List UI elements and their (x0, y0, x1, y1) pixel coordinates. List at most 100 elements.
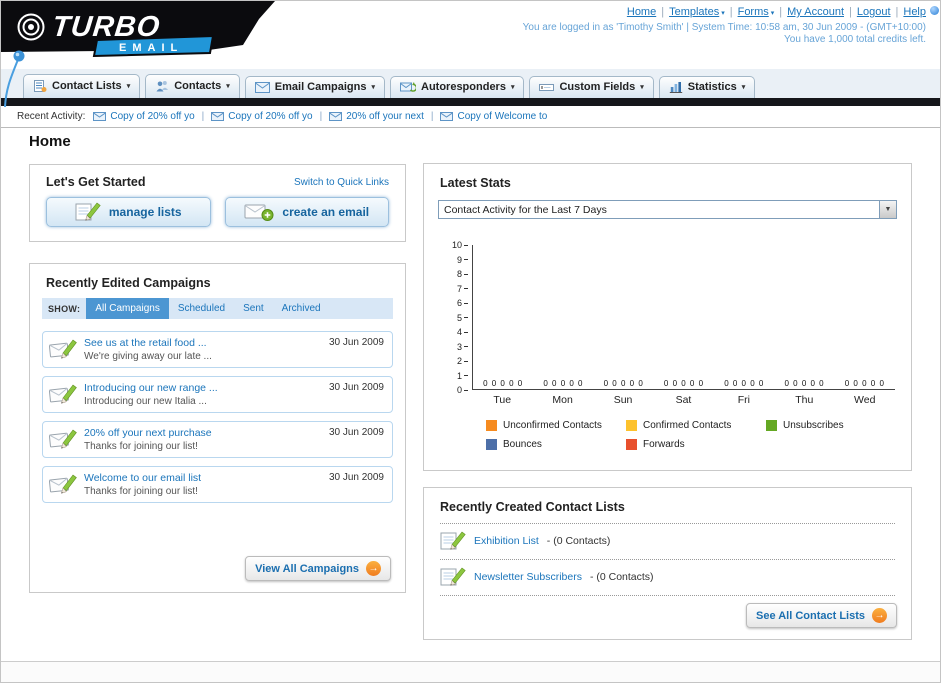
view-all-campaigns-button[interactable]: View All Campaigns → (245, 556, 391, 581)
legend-label: Bounces (503, 439, 542, 450)
campaign-title-link[interactable]: 20% off your next purchase (84, 427, 322, 439)
tab-label: Contacts (174, 80, 222, 92)
mail-pencil-icon (49, 472, 77, 496)
recent-activity-item-label: 20% off your next (346, 111, 424, 122)
get-started-buttons: manage lists create an email (30, 197, 405, 227)
view-all-campaigns-label: View All Campaigns (255, 562, 359, 575)
nav-link-home[interactable]: Home (627, 6, 656, 18)
campaign-date: 30 Jun 2009 (328, 337, 384, 348)
manage-lists-button[interactable]: manage lists (46, 197, 211, 227)
chart-zero-values: 0 0 0 0 0 (663, 379, 705, 388)
campaign-row: 20% off your next purchase Thanks for joi… (42, 421, 393, 458)
autoresponders-icon (400, 81, 416, 93)
recent-activity-item[interactable]: Copy of 20% off yo (93, 111, 195, 122)
filter-scheduled[interactable]: Scheduled (169, 298, 234, 319)
recent-activity-label: Recent Activity: (17, 111, 86, 122)
nav-link-help[interactable]: Help (903, 6, 926, 18)
chart-y-tick-mark (464, 375, 468, 376)
campaign-title-link[interactable]: Introducing our new range ... (84, 382, 322, 394)
tab-label: Autoresponders (421, 81, 506, 93)
legend-swatch-icon (486, 439, 497, 450)
chevron-down-icon: ▾ (770, 10, 775, 17)
recent-activity-item[interactable]: Copy of Welcome to (440, 111, 547, 122)
chart-legend: Unconfirmed Contacts Confirmed Contacts Un… (486, 420, 911, 450)
campaign-title-link[interactable]: Welcome to our email list (84, 472, 322, 484)
nav-divider-bar (1, 98, 940, 106)
nav-separator: | (895, 6, 899, 18)
footer-strip (1, 661, 940, 682)
chart-y-tick-mark (464, 288, 468, 289)
legend-swatch-icon (766, 420, 777, 431)
nav-link-templates[interactable]: Templates ▾ (669, 6, 725, 18)
contact-list-items: Exhibition List - (0 Contacts) Newsletter… (440, 524, 895, 596)
mail-icon (440, 112, 454, 121)
corner-dot-decoration (930, 6, 939, 15)
chart-y-tick: 9 (457, 255, 468, 264)
chart-y-tick: 7 (457, 284, 468, 293)
main-nav-tabbar: Contact Lists ▾ Contacts ▾ Email Campaigns ▾ A… (1, 69, 940, 98)
create-an-email-button[interactable]: create an email (224, 197, 389, 227)
chart-y-tick-mark (464, 346, 468, 347)
nav-separator: | (661, 6, 665, 18)
chart-zero-values: 0 0 0 0 0 (483, 379, 524, 388)
chart-plot-area: 0 0 0 0 0 0 0 0 0 0 0 0 0 0 0 0 0 0 0 0 0 0 … (472, 245, 895, 390)
logo-cable-decoration (4, 50, 25, 108)
mail-icon (329, 112, 343, 121)
tab-label: Custom Fields (559, 81, 636, 93)
switch-to-quick-links-link[interactable]: Switch to Quick Links (294, 177, 389, 188)
legend-item: Bounces (486, 439, 626, 450)
chart-zero-values: 0 0 0 0 0 (724, 379, 765, 388)
tab-custom-fields[interactable]: Custom Fields ▾ (529, 76, 654, 98)
recent-activity-items: Copy of 20% off yo | Copy of 20% off yo | 20… (93, 111, 547, 122)
chart-y-tick-mark (464, 360, 468, 362)
legend-item: Unsubscribes (766, 420, 906, 431)
tab-contact-lists[interactable]: Contact Lists ▾ (23, 74, 141, 98)
nav-link-my-account[interactable]: My Account (787, 6, 844, 18)
chart-y-tick: 1 (457, 371, 468, 380)
chart-y-tick-mark (464, 302, 468, 304)
recent-activity-item-label: Copy of Welcome to (457, 111, 548, 122)
campaign-title-link[interactable]: See us at the retail food ... (84, 337, 322, 349)
see-all-contact-lists-label: See All Contact Lists (755, 609, 865, 622)
filter-archived[interactable]: Archived (273, 298, 330, 319)
see-all-contact-lists-button[interactable]: See All Contact Lists → (745, 603, 897, 628)
credits-status: You have 1,000 total credits left. (784, 34, 926, 45)
chart-y-tick: 4 (457, 328, 468, 337)
nav-separator: | (729, 6, 733, 18)
tab-contacts[interactable]: Contacts ▾ (145, 74, 240, 98)
tab-email-campaigns[interactable]: Email Campaigns ▾ (244, 76, 385, 98)
chart-y-tick: 8 (457, 270, 468, 279)
mail-icon (211, 112, 225, 121)
tab-autoresponders[interactable]: Autoresponders ▾ (390, 76, 525, 98)
custom-fields-icon (539, 81, 555, 93)
mail-pencil-icon (49, 337, 77, 361)
chart-x-label: Sun (613, 394, 633, 406)
contact-lists-panel: Recently Created Contact Lists Exhibitio… (423, 487, 912, 640)
chevron-down-icon: ▾ (510, 84, 515, 91)
chart-y-tick-label: 0 (456, 385, 462, 395)
contact-list-link[interactable]: Newsletter Subscribers (474, 571, 582, 583)
contact-list-row: Newsletter Subscribers - (0 Contacts) (440, 560, 895, 596)
campaign-text: See us at the retail food ... We're givin… (84, 337, 322, 362)
nav-link-logout[interactable]: Logout (857, 6, 891, 18)
campaign-date: 30 Jun 2009 (328, 382, 384, 393)
recent-activity-item[interactable]: 20% off your next (329, 111, 424, 122)
nav-link-forms[interactable]: Forms ▾ (738, 6, 775, 18)
chart-x-labels: Tue Mon Sun Sat Fri Thu Wed (472, 394, 895, 406)
contact-list-link[interactable]: Exhibition List (474, 535, 539, 547)
chart-y-tick-mark (464, 389, 468, 391)
filter-all-campaigns[interactable]: All Campaigns (86, 298, 169, 319)
stats-range-select[interactable]: Contact Activity for the Last 7 Days ▼ (438, 200, 897, 219)
chart-y-tick-label: 2 (456, 356, 462, 366)
chart-y-tick-mark (464, 244, 468, 246)
tab-statistics[interactable]: Statistics ▾ (658, 76, 756, 98)
contact-lists-title: Recently Created Contact Lists (440, 500, 895, 524)
contact-list-count: - (0 Contacts) (589, 571, 654, 583)
chevron-down-icon: ▾ (126, 83, 131, 90)
chart-y-tick: 5 (457, 313, 468, 322)
recent-activity-item[interactable]: Copy of 20% off yo (211, 111, 313, 122)
tab-label: Statistics (687, 81, 737, 93)
legend-item: Unconfirmed Contacts (486, 420, 626, 431)
filter-sent[interactable]: Sent (234, 298, 273, 319)
legend-item: Confirmed Contacts (626, 420, 766, 431)
